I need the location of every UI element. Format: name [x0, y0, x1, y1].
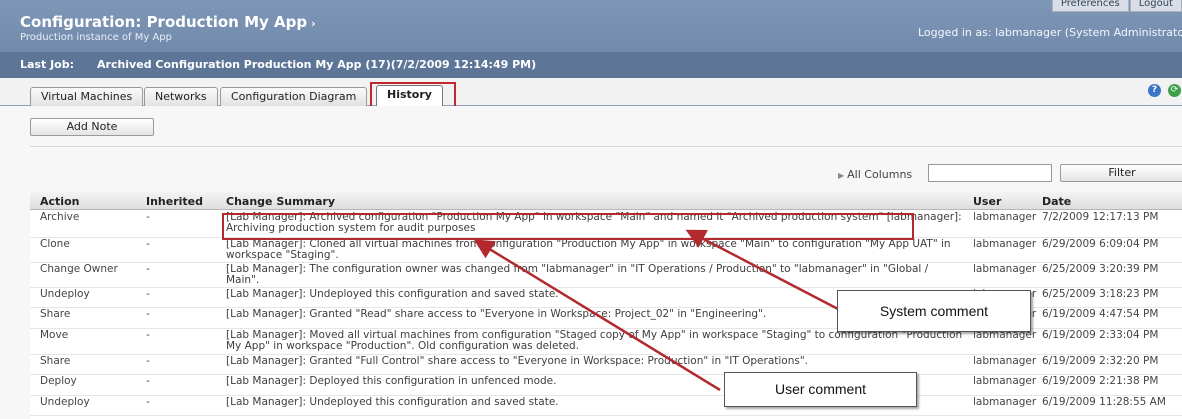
- row-user: labmanager: [973, 396, 1037, 408]
- system-user-comment-highlight: [222, 213, 914, 240]
- logged-in-user: Logged in as: labmanager (System Adminis…: [918, 26, 1182, 39]
- row-action: Undeploy: [40, 288, 90, 300]
- row-inherited: -: [146, 396, 150, 408]
- row-inherited: -: [146, 308, 150, 320]
- row-user: labmanager: [973, 355, 1037, 367]
- preferences-link[interactable]: Preferences: [1051, 0, 1129, 12]
- row-inherited: -: [146, 288, 150, 300]
- title-chevron-icon[interactable]: ›: [311, 17, 316, 30]
- table-row[interactable]: Clone - [Lab Manager]: Cloned all virtua…: [30, 238, 1182, 263]
- table-row[interactable]: Move - [Lab Manager]: Moved all virtual …: [30, 329, 1182, 355]
- row-action: Undeploy: [40, 396, 90, 408]
- row-inherited: -: [146, 355, 150, 367]
- row-action: Deploy: [40, 375, 77, 387]
- refresh-icon[interactable]: ⟳: [1168, 84, 1181, 97]
- add-note-button[interactable]: Add Note: [30, 118, 154, 136]
- logout-link[interactable]: Logout: [1129, 0, 1182, 12]
- row-action: Clone: [40, 238, 70, 250]
- row-summary: [Lab Manager]: The configuration owner w…: [226, 263, 929, 286]
- top-links: Preferences Logout: [1051, 0, 1182, 12]
- row-action: Share: [40, 355, 71, 367]
- row-inherited: -: [146, 263, 150, 275]
- row-inherited: -: [146, 211, 150, 223]
- all-columns-toggle[interactable]: ▶ All Columns: [838, 168, 912, 181]
- divider: [30, 146, 1182, 147]
- row-date: 6/25/2009 3:18:23 PM: [1042, 288, 1159, 300]
- row-date: 6/25/2009 3:20:39 PM: [1042, 263, 1159, 275]
- triangle-right-icon: ▶: [838, 171, 845, 180]
- row-action: Change Owner: [40, 263, 118, 275]
- last-job-link[interactable]: Archived Configuration Production My App…: [97, 58, 536, 71]
- column-header-date[interactable]: Date: [1042, 195, 1071, 208]
- row-date: 6/29/2009 6:09:04 PM: [1042, 238, 1159, 250]
- row-user: labmanager: [973, 238, 1037, 250]
- table-row[interactable]: Change Owner - [Lab Manager]: The config…: [30, 263, 1182, 288]
- row-date: 6/19/2009 2:21:38 PM: [1042, 375, 1159, 387]
- table-row[interactable]: Deploy - [Lab Manager]: Deployed this co…: [30, 375, 1182, 396]
- filter-input[interactable]: [928, 164, 1052, 182]
- table-row[interactable]: Share - [Lab Manager]: Granted "Full Con…: [30, 355, 1182, 375]
- row-summary: [Lab Manager]: Moved all virtual machine…: [226, 329, 963, 352]
- row-action: Archive: [40, 211, 80, 223]
- filter-button[interactable]: Filter: [1060, 164, 1182, 182]
- row-date: 6/19/2009 4:47:54 PM: [1042, 308, 1159, 320]
- row-summary: [Lab Manager]: Cloned all virtual machin…: [226, 238, 951, 261]
- last-job-label: Last Job:: [20, 58, 74, 71]
- row-inherited: -: [146, 329, 150, 341]
- history-panel: Add Note ▶ All Columns Filter Action Inhe…: [0, 106, 1182, 419]
- row-user: labmanager: [973, 211, 1037, 223]
- all-columns-label: All Columns: [847, 168, 913, 181]
- column-header-user[interactable]: User: [973, 195, 1001, 208]
- system-comment-callout: System comment: [837, 290, 1031, 332]
- app-header: Preferences Logout Configuration: Produc…: [0, 0, 1182, 78]
- page-subtitle: Production instance of My App: [20, 32, 173, 43]
- last-job-bar: Last Job: Archived Configuration Product…: [0, 52, 1182, 78]
- table-row[interactable]: Undeploy - [Lab Manager]: Undeployed thi…: [30, 396, 1182, 416]
- row-summary: [Lab Manager]: Granted "Full Control" sh…: [226, 355, 809, 367]
- column-header-inherited[interactable]: Inherited: [146, 195, 203, 208]
- column-header-action[interactable]: Action: [40, 195, 79, 208]
- row-date: 6/19/2009 2:33:04 PM: [1042, 329, 1159, 341]
- row-date: 7/2/2009 12:17:13 PM: [1042, 211, 1159, 223]
- row-inherited: -: [146, 375, 150, 387]
- tab-networks[interactable]: Networks: [144, 87, 218, 106]
- row-action: Share: [40, 308, 71, 320]
- column-header-change-summary[interactable]: Change Summary: [226, 195, 335, 208]
- row-date: 6/19/2009 11:28:55 AM: [1042, 396, 1166, 408]
- page-title-text: Configuration: Production My App: [20, 13, 308, 31]
- row-user: labmanager: [973, 375, 1037, 387]
- user-comment-callout: User comment: [724, 372, 917, 407]
- row-user: labmanager: [973, 263, 1037, 275]
- tab-configuration-diagram[interactable]: Configuration Diagram: [220, 87, 368, 106]
- page-title[interactable]: Configuration: Production My App ›: [20, 13, 316, 31]
- tab-virtual-machines[interactable]: Virtual Machines: [30, 87, 144, 106]
- row-date: 6/19/2009 2:32:20 PM: [1042, 355, 1159, 367]
- table-header: Action Inherited Change Summary User Dat…: [30, 192, 1182, 210]
- row-action: Move: [40, 329, 69, 341]
- tab-bar: Virtual Machines Networks Configuration …: [0, 78, 1182, 107]
- row-inherited: -: [146, 238, 150, 250]
- help-icon[interactable]: ?: [1148, 84, 1161, 97]
